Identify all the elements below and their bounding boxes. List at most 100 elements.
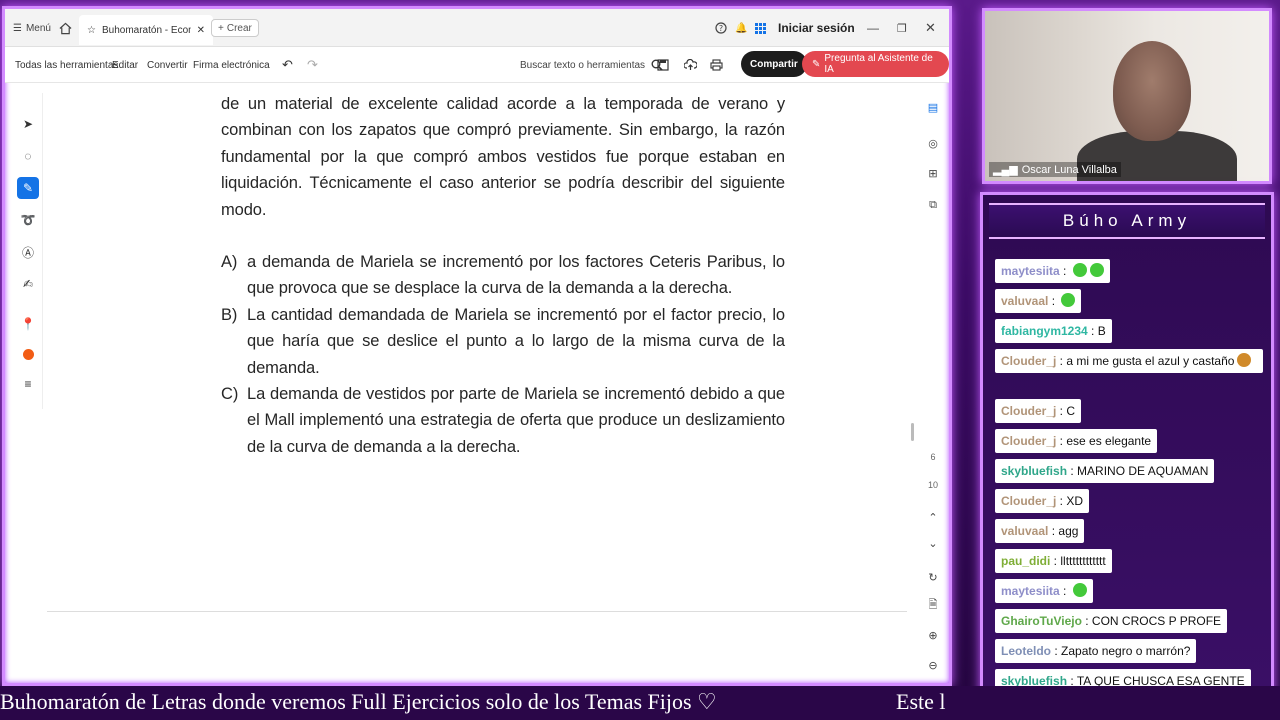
save-icon[interactable] [657, 47, 669, 83]
zoom-out-icon[interactable]: ⊖ [923, 655, 943, 675]
chat-username[interactable]: skybluefish [1001, 464, 1067, 478]
total-pages: 10 [927, 480, 938, 490]
chat-message: fabiangym1234 : B [995, 319, 1112, 343]
minimize-icon[interactable]: — [867, 9, 879, 47]
edit-button[interactable]: Editar [112, 47, 138, 83]
chat-username[interactable]: GhairoTuViejo [1001, 614, 1082, 628]
close-tab-icon[interactable]: ✕ [197, 25, 205, 36]
chat-message: skybluefish : MARINO DE AQUAMAN [995, 459, 1215, 483]
chat-username[interactable]: Leoteldo [1001, 644, 1051, 658]
right-tools-rail: ▤ ◎ ⊞ ⧉ 6 10 ⌃ ⌄ ↻ 🗎 ⊕ ⊖ [911, 83, 947, 683]
undo-icon[interactable]: ↶ [282, 47, 293, 83]
chat-text: lltttttttttttt [1060, 554, 1106, 568]
color-picker-icon[interactable] [17, 343, 39, 365]
star-icon[interactable]: ☆ [87, 25, 96, 36]
webcam-person-head [1113, 41, 1191, 141]
plus-icon: + [218, 22, 224, 34]
chat-username[interactable]: Clouder_j [1001, 404, 1056, 418]
chat-message: valuvaal : agg [995, 519, 1085, 543]
redo-icon[interactable]: ↷ [307, 47, 318, 83]
option-letter: B) [221, 305, 238, 324]
more-tools-icon[interactable]: ≡ [17, 373, 39, 395]
chat-separator: : [1059, 264, 1070, 278]
pages-icon[interactable]: ⧉ [923, 195, 943, 215]
text-box-icon[interactable]: Ⓐ [17, 241, 39, 263]
draw-icon[interactable]: ✍ [17, 273, 39, 295]
chat-message: pau_didi : lltttttttttttt [995, 549, 1112, 573]
ai-assistant-button[interactable]: ✎ Pregunta al Asistente de IA [802, 51, 949, 77]
refresh-icon[interactable]: ↻ [923, 567, 943, 587]
chat-message: Clouder_j : ese es elegante [995, 429, 1158, 453]
highlight-pen-icon[interactable]: ✎ [17, 177, 39, 199]
emote-icon [1061, 293, 1076, 307]
comments-panel-icon[interactable]: ◎ [923, 133, 943, 153]
option-text: La demanda de vestidos por parte de Mari… [247, 385, 785, 456]
emote-icon [1072, 583, 1087, 597]
chat-username[interactable]: Clouder_j [1001, 354, 1056, 368]
emote-icon [1237, 353, 1252, 367]
search-tools-button[interactable]: Buscar texto o herramientas [520, 47, 663, 83]
document-tab[interactable]: ☆ Buhomaratón - Econo... ✕ [79, 15, 213, 45]
ai-summary-icon[interactable]: ▤ [923, 97, 943, 117]
option-letter: A) [221, 253, 238, 272]
page-divider [47, 611, 907, 612]
current-page-number[interactable]: 6 [923, 447, 943, 467]
chat-separator: : [1056, 434, 1067, 448]
page-up-icon[interactable]: ⌃ [923, 507, 943, 527]
option-text: a demanda de Mariela se incrementó por l… [247, 253, 785, 298]
chat-username[interactable]: Clouder_j [1001, 494, 1056, 508]
webcam-name-tag: ▂▄▆ Oscar Luna Villalba [989, 162, 1121, 177]
chat-username[interactable]: Clouder_j [1001, 434, 1056, 448]
search-label: Buscar texto o herramientas [520, 59, 646, 71]
document-icon[interactable]: 🗎 [923, 595, 943, 615]
acrobat-window: ☰ Menú ☆ Buhomaratón - Econo... ✕ + Crea… [2, 6, 952, 686]
signal-bars-icon: ▂▄▆ [993, 164, 1018, 176]
chat-separator: : [1056, 494, 1067, 508]
help-icon[interactable]: ? [715, 9, 727, 47]
create-button[interactable]: + Crear [211, 19, 259, 37]
upload-icon[interactable] [684, 47, 697, 83]
lasso-icon[interactable]: ➰ [17, 209, 39, 231]
ticker-text: Buhomaratón de Letras donde veremos Full… [0, 689, 717, 714]
chat-separator: : [1050, 554, 1061, 568]
hamburger-icon: ☰ [13, 22, 22, 34]
chat-separator: : [1087, 324, 1098, 338]
ticker-text-next: Este l [896, 689, 946, 714]
chat-username[interactable]: fabiangym1234 [1001, 324, 1088, 338]
bell-icon[interactable]: 🔔 [735, 9, 747, 47]
chat-text: XD [1066, 494, 1084, 508]
home-button[interactable] [59, 9, 72, 47]
chat-username[interactable]: valuvaal [1001, 294, 1048, 308]
e-sign-button[interactable]: Firma electrónica [193, 47, 270, 83]
convert-button[interactable]: Convertir [147, 47, 188, 83]
chat-separator: : [1056, 404, 1067, 418]
chat-text: a mi me gusta el azul y castaño [1066, 354, 1235, 368]
chat-separator: : [1048, 294, 1059, 308]
chat-username[interactable]: maytesiita [1001, 264, 1060, 278]
chat-message: valuvaal : [995, 289, 1082, 313]
print-icon[interactable] [710, 47, 723, 83]
all-tools-button[interactable]: Todas las herramientas [15, 47, 118, 83]
chat-text: CON CROCS P PROFE [1091, 614, 1222, 628]
page-down-icon[interactable]: ⌄ [923, 533, 943, 553]
close-window-icon[interactable]: ✕ [925, 9, 936, 47]
menu-button[interactable]: ☰ Menú [13, 9, 51, 47]
share-button[interactable]: Compartir [741, 51, 807, 77]
zoom-in-icon[interactable]: ⊕ [923, 625, 943, 645]
chat-separator: : [1081, 614, 1092, 628]
select-cursor-icon[interactable]: ➤ [17, 113, 39, 135]
left-tools-rail: ➤ ◌ ✎ ➰ Ⓐ ✍ 📍 ≡ [13, 93, 43, 409]
chat-username[interactable]: pau_didi [1001, 554, 1050, 568]
bookmarks-icon[interactable]: ⊞ [923, 163, 943, 183]
chat-username[interactable]: valuvaal [1001, 524, 1048, 538]
scrollbar-thumb[interactable] [911, 423, 914, 441]
chat-username[interactable]: maytesiita [1001, 584, 1060, 598]
chat-message: maytesiita : [995, 259, 1110, 283]
maximize-icon[interactable]: ❐ [897, 9, 907, 47]
chat-separator: : [1059, 584, 1070, 598]
apps-grid-icon[interactable] [755, 9, 766, 47]
pin-icon[interactable]: 📍 [17, 313, 39, 335]
comment-icon[interactable]: ◌ [17, 145, 39, 167]
title-bar: ☰ Menú ☆ Buhomaratón - Econo... ✕ + Crea… [5, 9, 949, 47]
sign-in-button[interactable]: Iniciar sesión [778, 9, 855, 47]
